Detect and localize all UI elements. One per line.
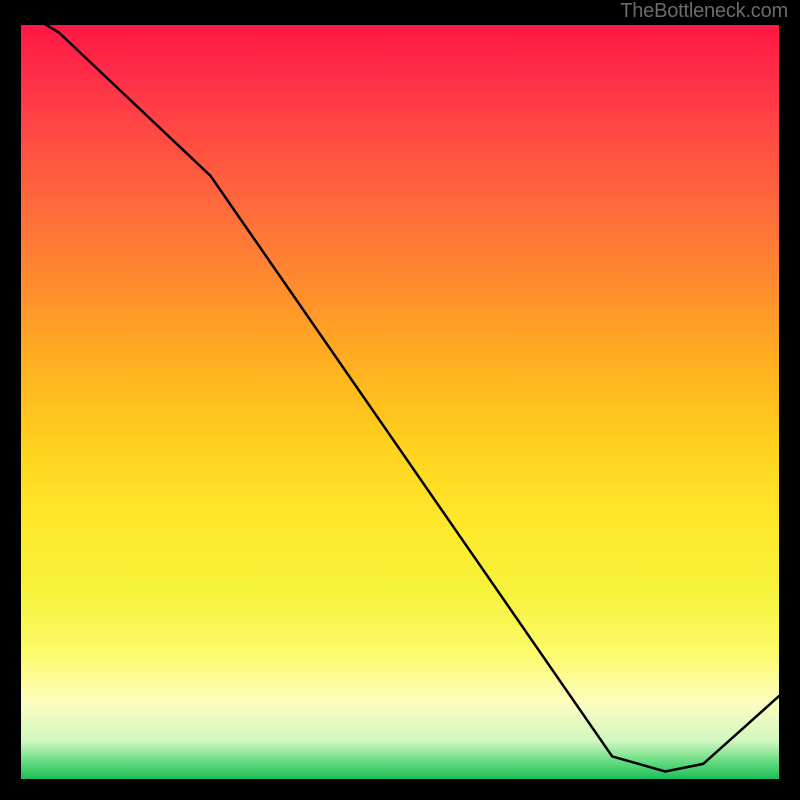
chart-border	[18, 22, 782, 782]
watermark-text: TheBottleneck.com	[620, 0, 788, 23]
chart-container: TheBottleneck.com	[0, 0, 800, 800]
